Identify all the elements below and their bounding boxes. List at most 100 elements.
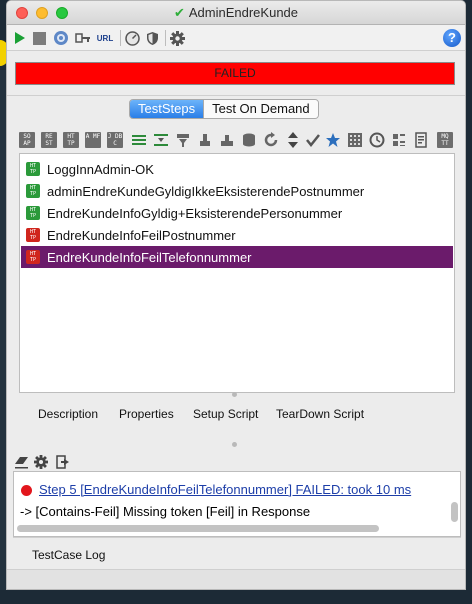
testcase-log-area[interactable]: Step 5 [EndreKundeInfoFeilTelefonnummer]… [13, 471, 461, 537]
splitter-handle[interactable] [232, 392, 237, 397]
tab-teststeps[interactable]: TestSteps [130, 100, 204, 118]
window-title: AdminEndreKunde [188, 5, 299, 20]
list-item[interactable]: HT TP adminEndreKundeGyldigIkkeEksistere… [21, 180, 453, 202]
star-icon [326, 133, 340, 147]
toolbar-separator [165, 30, 166, 46]
play-icon [15, 32, 25, 44]
check-icon [306, 134, 320, 148]
arrows-updown-icon [288, 132, 298, 148]
log-horizontal-scrollbar[interactable] [17, 525, 379, 532]
teststeps-list[interactable]: HT TP LoggInnAdmin-OK HT TP adminEndreKu… [19, 153, 455, 393]
export-log-button[interactable] [55, 453, 71, 471]
add-delay-step-button[interactable] [369, 132, 385, 148]
tab-setup-script[interactable]: Setup Script [193, 407, 258, 421]
add-manual-step-button[interactable] [391, 132, 407, 148]
http-step-fail-icon: HT TP [26, 250, 40, 264]
list-item[interactable]: HT TP LoggInnAdmin-OK [21, 158, 453, 180]
step-name: adminEndreKundeGyldigIkkeEksisterendePos… [47, 183, 365, 199]
add-http-step-button[interactable]: HT TP [63, 132, 79, 148]
log-message: -> [Contains-Feil] Missing token [Feil] … [20, 504, 311, 519]
log-toolbar [7, 449, 465, 471]
tab-testcase-log[interactable]: TestCase Log [32, 548, 105, 562]
load-test-button[interactable] [124, 29, 140, 47]
title-bar[interactable]: ✔ AdminEndreKunde [7, 1, 465, 25]
add-loop-step-button[interactable] [263, 132, 279, 148]
stack-icon [221, 135, 233, 146]
run-status-bar: FAILED [15, 62, 455, 85]
gear-icon [169, 30, 185, 46]
http-step-ok-icon: HT TP [26, 162, 40, 176]
tab-description[interactable]: Description [38, 407, 98, 421]
add-database-step-button[interactable] [241, 132, 257, 148]
list-item-selected[interactable]: HT TP EndreKundeInfoFeilTelefonnummer [21, 246, 453, 268]
step-name: EndreKundeInfoGyldig+EksisterendePersonu… [47, 205, 343, 221]
endpoint-url-button[interactable]: URL [95, 29, 115, 47]
tab-properties[interactable]: Properties [119, 407, 174, 421]
clock-icon [369, 132, 385, 148]
add-property-transfer-button[interactable] [131, 132, 147, 148]
main-toolbar: URL ? [7, 25, 465, 51]
grid-icon [348, 133, 362, 147]
gear-blue-icon [54, 31, 68, 45]
list-icon [132, 135, 146, 145]
add-amf-step-button[interactable]: A MF [85, 132, 101, 148]
loop-icon [264, 132, 278, 147]
stop-button[interactable] [32, 29, 46, 47]
list-item[interactable]: HT TP EndreKundeInfoGyldig+EksisterendeP… [21, 202, 453, 224]
tab-teardown-script[interactable]: TearDown Script [276, 407, 364, 421]
section-divider [7, 95, 465, 96]
pass-check-icon: ✔ [173, 5, 185, 20]
gear-icon [34, 455, 48, 469]
detail-tabs: Description Properties Setup Script Tear… [19, 399, 455, 429]
step-name: EndreKundeInfoFeilPostnummer [47, 227, 236, 243]
manual-step-icon [393, 134, 405, 146]
options-button[interactable] [52, 29, 70, 47]
failed-status-dot-icon [21, 485, 32, 496]
splitter-handle[interactable] [232, 442, 237, 447]
tab-test-on-demand[interactable]: Test On Demand [203, 100, 318, 118]
help-button[interactable]: ? [443, 29, 461, 47]
add-grid-step-button[interactable] [347, 132, 363, 148]
toolbar-separator [120, 30, 121, 46]
add-transfer-step-button[interactable] [285, 132, 301, 148]
http-step-ok-icon: HT TP [26, 206, 40, 220]
step-toolbar: SO AP RE ST HT TP A MF J DB C MQ TT [19, 129, 459, 153]
funnel-icon [177, 134, 189, 147]
export-icon [55, 455, 69, 469]
list-item[interactable]: HT TP EndreKundeInfoFeilPostnummer [21, 224, 453, 246]
security-test-button[interactable] [144, 29, 160, 47]
database-icon [243, 133, 255, 147]
add-conditional-goto-button[interactable] [153, 132, 169, 148]
key-icon [75, 33, 90, 43]
script-doc-icon [415, 132, 427, 148]
shield-icon [146, 31, 158, 45]
add-jdbc-step-button[interactable]: J DB C [107, 132, 123, 148]
stack-icon [200, 134, 210, 146]
step-name: LoggInnAdmin-OK [47, 161, 154, 177]
credentials-button[interactable] [75, 29, 91, 47]
log-step-link[interactable]: Step 5 [EndreKundeInfoFeilTelefonnummer]… [39, 482, 411, 497]
clear-log-button[interactable] [13, 453, 29, 471]
http-step-ok-icon: HT TP [26, 184, 40, 198]
run-button[interactable] [13, 29, 27, 47]
view-tabs: TestSteps Test On Demand [129, 99, 319, 119]
testcase-window: ✔ AdminEndreKunde URL ? FAILED TestSteps… [6, 0, 466, 590]
add-datasource-button[interactable] [197, 132, 213, 148]
add-mqtt-step-button[interactable]: MQ TT [437, 132, 453, 148]
log-vertical-scrollbar[interactable] [451, 502, 458, 522]
add-script-step-button[interactable] [413, 132, 429, 148]
add-assertion-step-button[interactable] [305, 132, 321, 148]
step-name: EndreKundeInfoFeilTelefonnummer [47, 249, 252, 265]
stop-icon [32, 31, 46, 45]
add-datasink-button[interactable] [219, 132, 235, 148]
eraser-icon [14, 456, 28, 468]
add-favorite-step-button[interactable] [325, 132, 341, 148]
window-footer [7, 569, 465, 589]
log-tab-strip: TestCase Log [13, 537, 461, 569]
add-rest-step-button[interactable]: RE ST [41, 132, 57, 148]
settings-button[interactable] [169, 29, 185, 47]
add-run-testcase-button[interactable] [175, 132, 191, 148]
goto-icon [154, 134, 168, 146]
log-options-button[interactable] [33, 453, 49, 471]
add-soap-step-button[interactable]: SO AP [19, 132, 35, 148]
